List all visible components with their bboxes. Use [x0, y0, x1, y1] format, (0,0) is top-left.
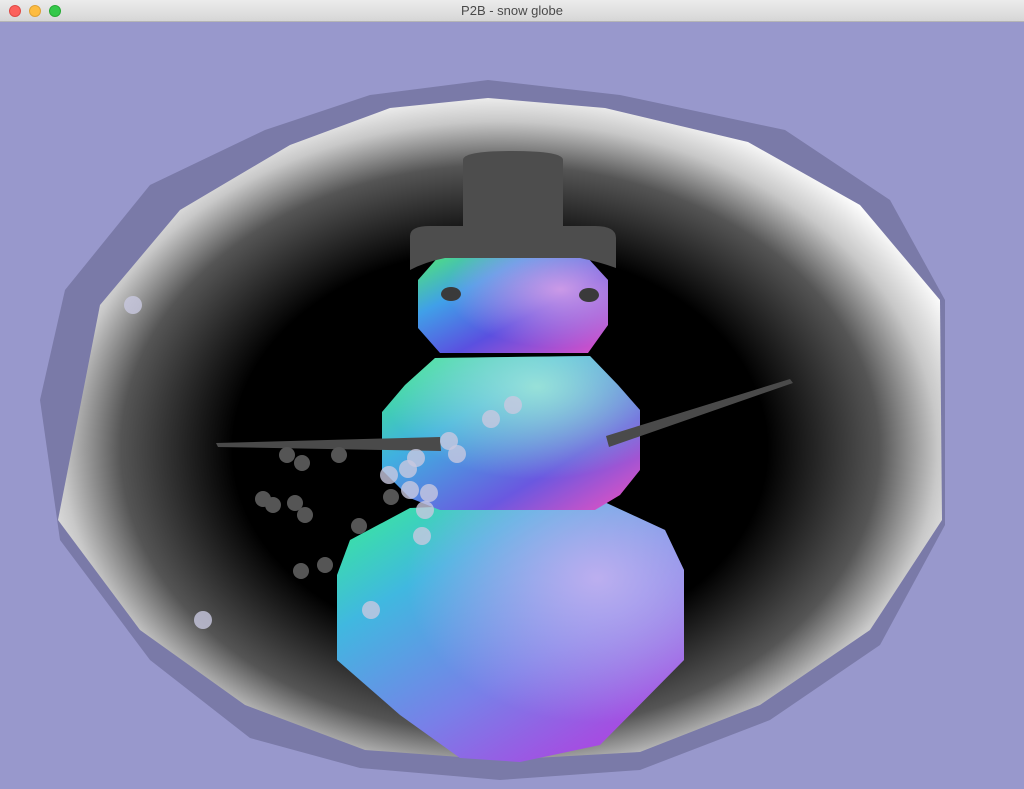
left-eye — [441, 287, 461, 301]
scene-canvas — [40, 80, 945, 780]
app-window: P2B - snow globe — [0, 0, 1024, 789]
right-eye — [579, 288, 599, 302]
title-bar[interactable]: P2B - snow globe — [0, 0, 1024, 22]
window-title: P2B - snow globe — [461, 3, 563, 18]
render-viewport[interactable] — [0, 22, 1024, 789]
